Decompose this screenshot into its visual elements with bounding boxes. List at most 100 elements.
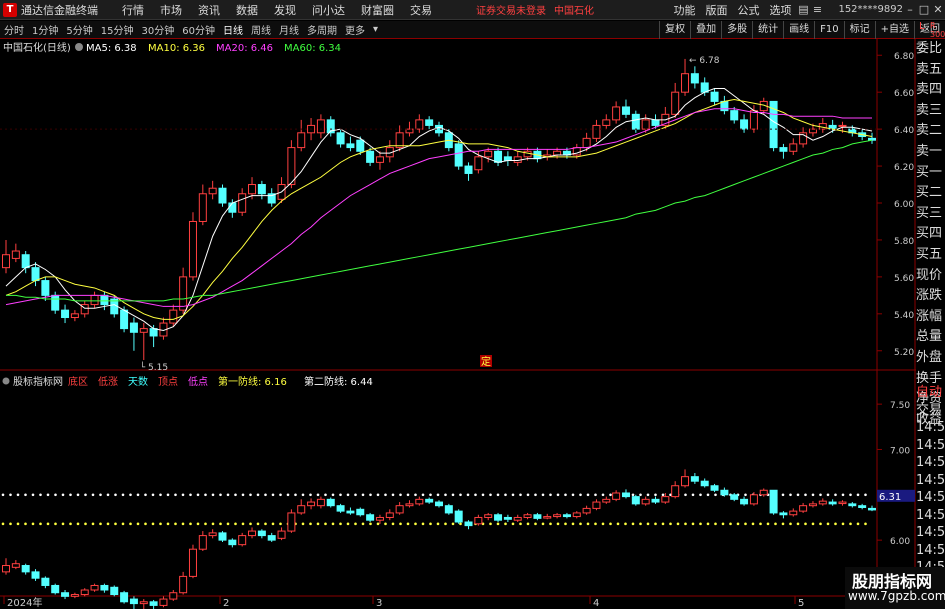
indicator-bar [612, 492, 621, 500]
first-defense-dot [759, 522, 762, 526]
price-tick-label: 6.00 [894, 200, 914, 210]
candle-body [356, 139, 365, 152]
indicator-bar [80, 589, 89, 596]
second-defense-dot [594, 493, 597, 497]
indicator-bar [523, 514, 532, 518]
second-defense-dot [361, 493, 365, 497]
first-defense-dot [684, 522, 687, 526]
candle-body [779, 147, 788, 152]
candle-body [2, 254, 10, 269]
time-tick-label: 2 [223, 598, 229, 609]
candle-body [51, 294, 60, 311]
indicator-bar [21, 565, 30, 573]
first-defense-dot [99, 522, 102, 526]
indicator-bar [51, 584, 60, 594]
indicator-bar [61, 592, 70, 597]
indicator-bar [139, 601, 148, 605]
second-defense-dot [271, 493, 275, 497]
candle-body [169, 309, 178, 324]
indicator-bar [582, 507, 591, 514]
second-defense-dot [324, 493, 327, 497]
indicator-bar [720, 489, 729, 496]
second-defense-dot [474, 493, 477, 497]
first-defense-dot [864, 522, 867, 526]
second-defense-dot [166, 493, 170, 497]
second-defense-dot [376, 493, 380, 497]
indicator-bar [228, 539, 237, 546]
second-defense-dot [39, 493, 42, 497]
indicator-bar [602, 498, 611, 503]
indicator-legend-item: 第一防线: 6.16 [218, 375, 287, 388]
trade-detail-item: 14:56 [916, 420, 945, 435]
first-defense-dot [324, 522, 327, 526]
second-defense-dot [571, 493, 575, 497]
trade-detail-item: 14:56 [916, 507, 945, 523]
indicator-bar [621, 492, 630, 498]
second-defense-dot [804, 493, 807, 497]
indicator-bar [346, 510, 355, 514]
candle-body [681, 73, 690, 93]
first-defense-dot [9, 522, 12, 526]
order-book-label: 涨幅 [916, 308, 943, 324]
first-defense-dot [211, 522, 215, 526]
first-defense-dot [174, 522, 177, 526]
price-tick-label: 6.40 [894, 126, 914, 136]
kline-chart[interactable]: 股标指标网 底区 低涨 天数 顶点 低点 第一防线: 6.16 第二防线: 6.44 7.50 7… [0, 0, 945, 609]
first-defense-dot [376, 522, 380, 526]
candle-body [11, 250, 20, 259]
order-book-label: 卖三 [916, 102, 943, 118]
first-defense-dot [436, 522, 440, 526]
candle-body [31, 267, 40, 282]
first-defense-dot [346, 522, 350, 526]
second-defense-dot [631, 493, 635, 497]
second-defense-dot [789, 493, 792, 497]
candle-body [690, 73, 699, 84]
price-tick-label: 6.20 [894, 163, 914, 173]
candle-body [346, 143, 355, 149]
first-defense-dot [31, 522, 35, 526]
watermark-url: www.7gpzb.com [848, 589, 945, 603]
indicator-bar [385, 512, 394, 518]
second-defense-dot [181, 493, 185, 497]
indicator-legend-item: 顶点 [158, 376, 178, 388]
first-defense-dot [69, 522, 72, 526]
first-defense-dot [121, 522, 125, 526]
indicator-bar [553, 514, 562, 518]
second-defense-dot [339, 493, 342, 497]
chart-title: 中国石化(日线) [3, 41, 71, 54]
indicator-bar [129, 598, 138, 605]
second-defense-dot [399, 493, 402, 497]
indicator-bar [366, 514, 375, 521]
second-defense-dot [406, 493, 410, 497]
candle-body [612, 106, 621, 121]
candle-body [90, 294, 99, 306]
second-defense-dot [826, 493, 830, 497]
indicator-bar [287, 512, 296, 532]
second-defense-dot [294, 493, 297, 497]
second-defense-dot [61, 493, 65, 497]
first-defense-dot [714, 522, 717, 526]
second-defense-dot [9, 493, 12, 497]
trade-detail-item[interactable]: 自动 [916, 384, 945, 402]
first-defense-dot [339, 522, 342, 526]
first-defense-dot [16, 522, 20, 526]
indicator-bar [2, 565, 10, 573]
price-tick-label: 6.80 [894, 52, 914, 62]
candle-body [425, 119, 434, 126]
indicator-bar [799, 505, 808, 512]
second-defense-dot [256, 493, 260, 497]
second-defense-dot [309, 493, 312, 497]
price-tick-label: 6.60 [894, 89, 914, 99]
second-defense-dot [219, 493, 222, 497]
trade-detail-item: 14:56 [916, 455, 945, 470]
panel-right-label: R 300 [930, 21, 945, 39]
second-defense-dot [526, 493, 530, 497]
indicator-legend-item: 底区 [68, 375, 88, 388]
first-defense-dot [144, 522, 147, 526]
second-defense-dot [834, 493, 837, 497]
second-defense-dot [819, 493, 822, 497]
indicator-bar [572, 512, 581, 518]
indicator-bar [868, 507, 876, 511]
first-defense-dot [196, 522, 200, 526]
candle-body [592, 124, 601, 139]
